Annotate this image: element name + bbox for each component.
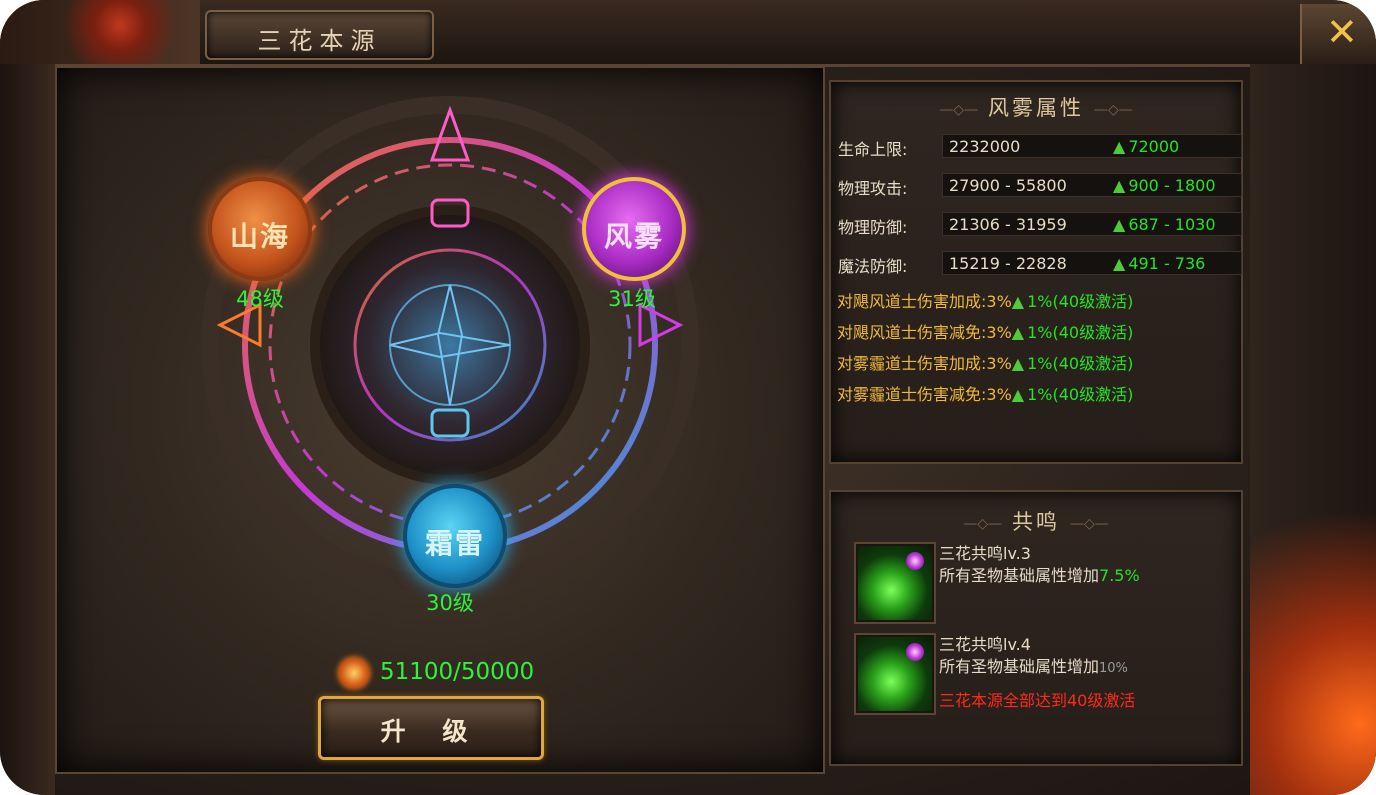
bonus-text: 对雾霾道士伤害减免:3% (837, 385, 1012, 404)
stat-increase: ▲ 687 - 1030 (1113, 215, 1216, 234)
stat-value: 27900 - 55800 (949, 176, 1067, 195)
stat-label: 魔法防御: (838, 257, 908, 276)
stat-increase: ▲ 491 - 736 (1113, 254, 1205, 273)
up-arrow-icon: ▲ (1011, 385, 1025, 404)
ornament-right-icon: —◇— (1070, 515, 1109, 532)
stat-row: 魔法防御: 15219 - 22828 ▲ 491 - 736 (838, 251, 1242, 276)
bonus-up: 1%(40级激活) (1027, 292, 1134, 311)
bonus-up: 1%(40级激活) (1027, 385, 1134, 404)
bonus-text: 对飓风道士伤害加成:3% (837, 292, 1012, 311)
game-window: 三花本源 ✕ 山海 48级 风雾 31级 霜雷 30级 51100/50000 … (0, 0, 1376, 795)
stat-increase-value: 491 - 736 (1128, 254, 1206, 273)
close-button[interactable]: ✕ (1300, 4, 1376, 64)
resonance-title-row: —◇— 共鸣 —◇— (831, 506, 1241, 536)
ornament-right-icon: —◇— (1094, 101, 1133, 118)
resonance-item-icon[interactable] (856, 544, 934, 622)
coin-icon (338, 657, 370, 689)
bonus-text: 对雾霾道士伤害加成:3% (837, 354, 1012, 373)
stat-increase: ▲ 72000 (1113, 137, 1179, 156)
stat-value-box: 15219 - 22828 ▲ 491 - 736 (942, 251, 1242, 275)
stat-value: 15219 - 22828 (949, 254, 1067, 273)
node-shanhai[interactable]: 山海 (208, 177, 312, 281)
resonance-name: 三花共鸣lv.4 (939, 635, 1031, 654)
attribute-title-row: —◇— 风雾属性 —◇— (831, 92, 1241, 122)
resonance-name: 三花共鸣lv.3 (939, 544, 1031, 563)
resonance-desc: 所有圣物基础属性增加 (939, 566, 1100, 585)
upgrade-label: 升 级 (380, 717, 482, 746)
stat-value: 2232000 (949, 137, 1021, 156)
up-arrow-icon: ▲ (1113, 137, 1126, 156)
stat-label: 物理攻击: (838, 179, 908, 198)
bonus-line: 对雾霾道士伤害加成:3%▲ 1%(40级激活) (837, 350, 1133, 374)
up-arrow-icon: ▲ (1011, 354, 1025, 373)
title-plate: 三花本源 (205, 10, 434, 60)
stat-label: 物理防御: (838, 218, 908, 237)
up-arrow-icon: ▲ (1113, 176, 1126, 195)
node-shuanglei[interactable]: 霜雷 (403, 484, 507, 588)
node-level: 31级 (608, 287, 656, 311)
stat-increase: ▲ 900 - 1800 (1113, 176, 1216, 195)
node-level: 48级 (236, 287, 284, 311)
left-frame-ornament (0, 64, 55, 795)
bonus-up: 1%(40级激活) (1027, 354, 1134, 373)
node-level: 30级 (426, 591, 474, 615)
bonus-text: 对飓风道士伤害减免:3% (837, 323, 1012, 342)
stat-value: 21306 - 31959 (949, 215, 1067, 234)
bonus-line: 对雾霾道士伤害减免:3%▲ 1%(40级激活) (837, 381, 1133, 405)
title-bar: 三花本源 ✕ (0, 0, 1376, 67)
window-title: 三花本源 (257, 27, 382, 55)
bonus-up: 1%(40级激活) (1027, 323, 1134, 342)
node-label: 霜雷 (424, 527, 485, 560)
stat-value-box: 21306 - 31959 ▲ 687 - 1030 (942, 212, 1242, 236)
resonance-title: 共鸣 (1012, 510, 1060, 534)
close-x-icon: ✕ (1326, 10, 1358, 54)
resonance-panel: —◇— 共鸣 —◇— 三花共鸣lv.3 所有圣物基础属性增加7.5% 三花共鸣lv.… (829, 490, 1243, 766)
stat-value-box: 2232000 ▲ 72000 (942, 134, 1242, 158)
resonance-activation-note: 三花本源全部达到40级激活 (939, 691, 1136, 710)
up-arrow-icon: ▲ (1113, 215, 1126, 234)
resonance-desc-row: 所有圣物基础属性增加7.5% (939, 562, 1140, 586)
ornament-left-icon: —◇— (939, 101, 978, 118)
resonance-desc: 所有圣物基础属性增加 (939, 657, 1100, 676)
stat-increase-value: 687 - 1030 (1128, 215, 1216, 234)
node-label: 风雾 (603, 220, 664, 253)
dragon-ornament (0, 0, 200, 64)
stat-row: 物理防御: 21306 - 31959 ▲ 687 - 1030 (838, 212, 1242, 237)
node-fengwu[interactable]: 风雾 (582, 177, 686, 281)
up-arrow-icon: ▲ (1113, 254, 1126, 273)
purple-gem-icon (906, 552, 924, 570)
attribute-panel: —◇— 风雾属性 —◇— 生命上限: 2232000 ▲ 72000 物理攻击: 27… (829, 80, 1243, 464)
upgrade-button[interactable]: 升 级 (318, 696, 544, 760)
node-label: 山海 (229, 220, 290, 253)
attribute-title: 风雾属性 (988, 96, 1084, 120)
ornament-left-icon: —◇— (963, 515, 1002, 532)
resonance-desc-row: 所有圣物基础属性增加10% (939, 653, 1128, 677)
stat-increase-value: 72000 (1128, 137, 1180, 156)
bonus-line: 对飓风道士伤害减免:3%▲ 1%(40级激活) (837, 319, 1133, 343)
stat-row: 生命上限: 2232000 ▲ 72000 (838, 134, 1242, 159)
up-arrow-icon: ▲ (1011, 323, 1025, 342)
resonance-item-icon[interactable] (856, 635, 934, 713)
right-frame-ornament (1250, 64, 1376, 795)
resonance-value: 7.5% (1099, 566, 1140, 585)
stat-value-box: 27900 - 55800 ▲ 900 - 1800 (942, 173, 1242, 197)
stat-row: 物理攻击: 27900 - 55800 ▲ 900 - 1800 (838, 173, 1242, 198)
stat-increase-value: 900 - 1800 (1128, 176, 1216, 195)
resonance-value: 10% (1099, 661, 1128, 676)
stat-label: 生命上限: (838, 140, 908, 159)
up-arrow-icon: ▲ (1011, 292, 1025, 311)
bonus-line: 对飓风道士伤害加成:3%▲ 1%(40级激活) (837, 288, 1133, 312)
purple-gem-icon (906, 643, 924, 661)
resource-amount: 51100/50000 (380, 659, 535, 685)
